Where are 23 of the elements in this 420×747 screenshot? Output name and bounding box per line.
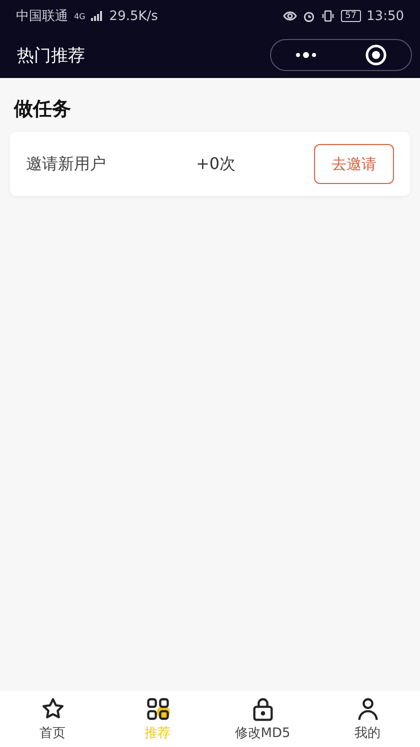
section-title: 做任务 bbox=[12, 97, 72, 122]
tab-item[interactable]: 修改MD5 bbox=[210, 691, 315, 747]
tab-label: 我的 bbox=[354, 725, 380, 742]
tab-label: 首页 bbox=[40, 725, 66, 742]
task-count: +0次 bbox=[196, 154, 237, 174]
network-type: 4G bbox=[74, 12, 86, 20]
battery-level: 57 bbox=[341, 10, 361, 22]
invite-button[interactable]: 去邀请 bbox=[314, 144, 394, 184]
tab-item[interactable]: 我的 bbox=[315, 691, 420, 747]
tab-label: 推荐 bbox=[144, 725, 170, 742]
signal-icon bbox=[91, 11, 104, 21]
carrier-name: 中国联通 bbox=[16, 8, 68, 25]
page-title: 热门推荐 bbox=[17, 44, 85, 66]
tab-item[interactable]: 首页 bbox=[0, 691, 105, 747]
more-icon[interactable] bbox=[295, 52, 317, 58]
eye-icon bbox=[283, 10, 298, 22]
grid-icon bbox=[144, 696, 170, 722]
tab-label: 修改MD5 bbox=[234, 725, 290, 742]
task-name: 邀请新用户 bbox=[26, 154, 107, 174]
alarm-icon bbox=[303, 10, 316, 22]
clock-time: 13:50 bbox=[366, 8, 404, 24]
vibrate-icon bbox=[321, 10, 336, 22]
network-speed: 29.5K/s bbox=[109, 8, 158, 24]
